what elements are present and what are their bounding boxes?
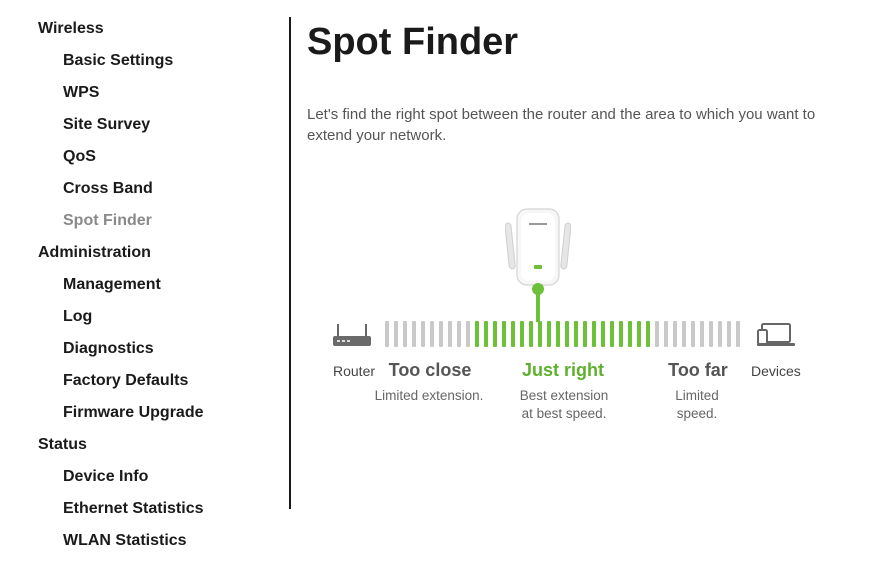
signal-bar (574, 321, 578, 347)
signal-bar (664, 321, 668, 347)
signal-bar (502, 321, 506, 347)
signal-bar (457, 321, 461, 347)
signal-bar (448, 321, 452, 347)
signal-bar (556, 321, 560, 347)
signal-bar (385, 321, 389, 347)
sidebar-item-qos[interactable]: QoS (63, 148, 96, 166)
signal-bar (529, 321, 533, 347)
signal-bar (682, 321, 686, 347)
range-extender-icon (504, 205, 572, 289)
signal-bar (520, 321, 524, 347)
router-icon (332, 322, 372, 352)
sidebar-item-spot-finder[interactable]: Spot Finder (63, 212, 152, 230)
sidebar-nav: Wireless Basic Settings WPS Site Survey … (0, 0, 290, 575)
sidebar-item-wps[interactable]: WPS (63, 84, 99, 102)
nav-group-wireless[interactable]: Wireless (38, 20, 104, 38)
signal-bar (628, 321, 632, 347)
signal-bar (475, 321, 479, 347)
sidebar-item-firmware-upgrade[interactable]: Firmware Upgrade (63, 404, 203, 422)
signal-bar (619, 321, 623, 347)
zone-just-right-title: Just right (521, 360, 604, 380)
sidebar-item-site-survey[interactable]: Site Survey (63, 116, 150, 134)
signal-bar (430, 321, 434, 347)
sidebar-item-factory-defaults[interactable]: Factory Defaults (63, 372, 188, 390)
signal-bar (547, 321, 551, 347)
signal-bar (646, 321, 650, 347)
signal-bar (736, 321, 740, 347)
signal-bar (592, 321, 596, 347)
sidebar-item-device-info[interactable]: Device Info (63, 468, 148, 486)
signal-bar (484, 321, 488, 347)
signal-bar (673, 321, 677, 347)
zone-too-far-desc: Limited speed. (675, 388, 719, 421)
signal-bar (439, 321, 443, 347)
signal-bar (412, 321, 416, 347)
sidebar-divider (289, 17, 291, 509)
signal-bar (583, 321, 587, 347)
nav-group-status[interactable]: Status (38, 436, 87, 454)
signal-bar (601, 321, 605, 347)
zone-too-close-title: Too close (388, 360, 472, 380)
signal-bar (466, 321, 470, 347)
signal-bar (610, 321, 614, 347)
sidebar-item-log[interactable]: Log (63, 308, 92, 326)
nav-group-administration[interactable]: Administration (38, 244, 151, 262)
sidebar-item-basic-settings[interactable]: Basic Settings (63, 52, 173, 70)
signal-bar (493, 321, 497, 347)
signal-bar (718, 321, 722, 347)
sidebar-item-diagnostics[interactable]: Diagnostics (63, 340, 154, 358)
signal-bar (655, 321, 659, 347)
signal-bar (421, 321, 425, 347)
intro-text: Let's find the right spot between the ro… (307, 106, 816, 144)
zone-too-close-desc: Limited extension. (374, 388, 484, 403)
signal-bar (403, 321, 407, 347)
signal-bars (385, 321, 745, 347)
devices-icon (756, 322, 796, 352)
signal-bar (709, 321, 713, 347)
signal-bar (727, 321, 731, 347)
signal-bar (394, 321, 398, 347)
sidebar-item-cross-band[interactable]: Cross Band (63, 180, 153, 198)
sidebar-item-ethernet-statistics[interactable]: Ethernet Statistics (63, 500, 203, 518)
signal-bar (538, 321, 542, 347)
signal-bar (700, 321, 704, 347)
zone-just-right-desc: Best extension at best speed. (519, 388, 609, 421)
signal-bar (565, 321, 569, 347)
zone-too-far-title: Too far (668, 360, 728, 380)
signal-bar (637, 321, 641, 347)
sidebar-item-wlan-statistics[interactable]: WLAN Statistics (63, 532, 187, 550)
page-title: Spot Finder (307, 21, 519, 63)
sidebar-item-management[interactable]: Management (63, 276, 161, 294)
signal-bar (511, 321, 515, 347)
position-indicator-dot (532, 283, 544, 295)
signal-bar (691, 321, 695, 347)
